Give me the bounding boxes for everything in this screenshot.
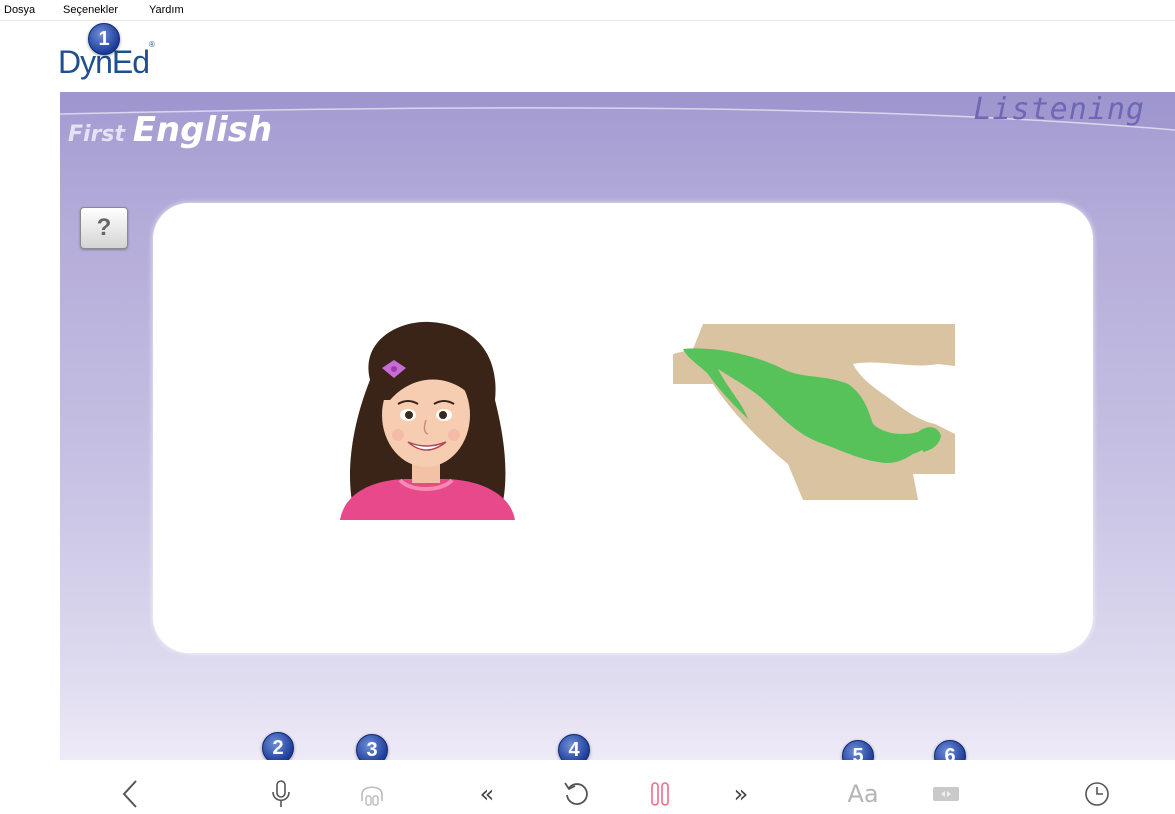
menu-bar: Dosya Seçenekler Yardım <box>0 0 1175 21</box>
pause-button[interactable] <box>643 777 677 811</box>
back-button[interactable] <box>113 777 147 811</box>
repeat-icon <box>564 782 588 805</box>
girl-image[interactable] <box>330 320 522 520</box>
forward-button[interactable]: » <box>724 777 758 811</box>
course-title-english: English <box>132 110 273 150</box>
repeat-button[interactable] <box>560 777 594 811</box>
help-button[interactable]: ? <box>80 207 128 249</box>
microphone-icon <box>272 780 290 807</box>
mode-title: Listening <box>973 92 1145 127</box>
headphones-icon <box>361 786 383 806</box>
rewind-button[interactable]: « <box>470 777 504 811</box>
record-button[interactable] <box>264 777 298 811</box>
course-title-first: First <box>68 122 126 147</box>
content-card <box>153 203 1093 653</box>
registered-mark: ® <box>149 40 155 50</box>
timer-button[interactable] <box>1080 777 1114 811</box>
text-button[interactable]: Aa <box>840 777 886 811</box>
course-title: First English <box>68 110 272 150</box>
chevron-left-icon <box>122 780 137 808</box>
mexico-map-image[interactable] <box>673 324 955 500</box>
keyboard-icon <box>933 787 959 801</box>
menu-dosya[interactable]: Dosya <box>4 4 35 16</box>
playback-button[interactable] <box>355 777 389 811</box>
menu-secenekler[interactable]: Seçenekler <box>63 4 118 16</box>
keyboard-button[interactable] <box>929 777 963 811</box>
badge-1: 1 <box>88 23 120 55</box>
lesson-stage: First English Listening ? <box>60 92 1175 760</box>
clock-icon <box>1085 782 1109 806</box>
menu-yardim[interactable]: Yardım <box>149 4 184 16</box>
pause-icon <box>651 782 669 806</box>
